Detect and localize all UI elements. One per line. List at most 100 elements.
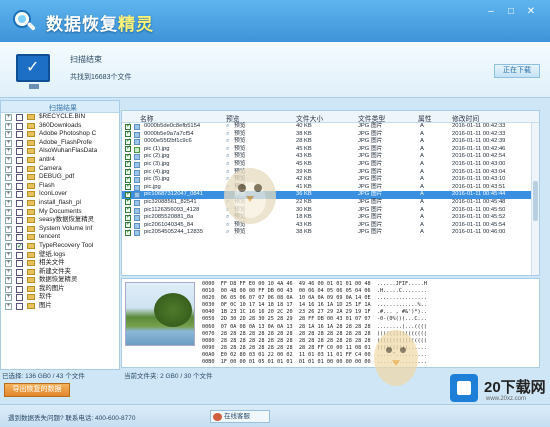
column-size[interactable]: 文件大小: [296, 113, 323, 123]
expand-icon[interactable]: +: [5, 277, 12, 285]
tree-checkbox[interactable]: [16, 285, 23, 293]
tree-item[interactable]: + 我的图片: [1, 285, 119, 294]
tree-item[interactable]: + install_flash_pl: [1, 199, 119, 208]
file-checkbox[interactable]: [125, 176, 131, 183]
tree-item[interactable]: + $RECYCLE.BIN: [1, 113, 119, 122]
tree-item[interactable]: + System Volume Inf: [1, 225, 119, 234]
expand-icon[interactable]: +: [5, 182, 12, 190]
file-checkbox[interactable]: [125, 191, 131, 198]
tree-checkbox[interactable]: [16, 131, 23, 139]
tree-item[interactable]: + Adobe_FlashProfe: [1, 139, 119, 148]
tree-item[interactable]: + 相关文件: [1, 259, 119, 268]
tree-checkbox[interactable]: [16, 225, 23, 233]
tree-checkbox[interactable]: [16, 234, 23, 242]
file-list-scrollbar[interactable]: [531, 123, 539, 275]
column-attr[interactable]: 属性: [418, 113, 432, 123]
expand-icon[interactable]: +: [5, 122, 12, 130]
file-row[interactable]: pic2054505244_12835 ⌕ 预览 38 KB JPG 图片 A 2016-0…: [122, 229, 539, 237]
tree-item[interactable]: + tencent: [1, 233, 119, 242]
file-row[interactable]: 0000e55f2bf1c9c6 ⌕ 预览 28 KB JPG 图片 A 2016-01-1…: [122, 138, 539, 146]
expand-icon[interactable]: +: [5, 199, 12, 207]
tree-checkbox[interactable]: [16, 182, 23, 190]
tree-checkbox[interactable]: [16, 251, 23, 259]
expand-icon[interactable]: +: [5, 217, 12, 225]
file-checkbox[interactable]: [125, 153, 131, 160]
file-row[interactable]: pic (4).jpg⌕预览39 KBJPG 图片A2016-01-11 00:…: [122, 168, 539, 177]
tree-item[interactable]: + antlr4: [1, 156, 119, 165]
tree-checkbox[interactable]: [16, 174, 23, 182]
file-row[interactable]: pic10687312047_0841⌕预览36 KBJPG 图片A2016-0…: [122, 191, 539, 199]
tree-checkbox[interactable]: [16, 165, 23, 173]
tree-checkbox[interactable]: [16, 217, 23, 225]
tree-item[interactable]: + DEBUG_pdf: [1, 173, 119, 182]
tree-item[interactable]: + 数据恢复精灵: [1, 276, 119, 285]
file-row[interactable]: pic (1).jpg⌕预览45 KBJPG 图片A2016-01-11 00:…: [122, 145, 539, 154]
tree-item[interactable]: + seasy数据恢复精灵: [1, 216, 119, 225]
tree-checkbox[interactable]: [16, 122, 23, 130]
column-modified[interactable]: 修改时间: [452, 113, 479, 123]
expand-icon[interactable]: +: [5, 139, 12, 147]
tree-checkbox[interactable]: [16, 268, 23, 276]
tree-item[interactable]: + 软件: [1, 293, 119, 302]
tree-checkbox[interactable]: [16, 139, 23, 147]
tree-checkbox[interactable]: [16, 294, 23, 302]
file-checkbox[interactable]: [125, 145, 131, 153]
expand-icon[interactable]: +: [5, 156, 12, 164]
expand-icon[interactable]: +: [5, 242, 12, 250]
tree-checkbox[interactable]: [16, 303, 23, 311]
online-service-button[interactable]: 在线客服: [210, 410, 270, 423]
tree-item[interactable]: + 壁纸.logs: [1, 251, 119, 260]
file-checkbox[interactable]: [125, 183, 131, 191]
expand-icon[interactable]: +: [5, 260, 12, 268]
tree-checkbox[interactable]: [16, 260, 23, 268]
file-checkbox[interactable]: [125, 198, 131, 206]
stop-button[interactable]: 正在下载: [494, 64, 540, 78]
tree-checkbox[interactable]: [16, 156, 23, 164]
file-row[interactable]: pic (5).jpg⌕预览42 KBJPG 图片A2016-01-11 00:…: [122, 176, 539, 184]
export-recovered-button[interactable]: 导出恢复的数据: [4, 383, 70, 397]
tree-item[interactable]: + Camera: [1, 165, 119, 174]
tree-item[interactable]: + AlsoWuhanFlasData: [1, 147, 119, 156]
column-name[interactable]: 名称: [140, 113, 154, 123]
preview-link[interactable]: 预览: [234, 229, 246, 237]
tree-item[interactable]: + 新建文件夹: [1, 268, 119, 277]
tree-checkbox[interactable]: [16, 191, 23, 199]
expand-icon[interactable]: +: [5, 148, 12, 156]
file-checkbox[interactable]: [125, 123, 131, 130]
tree-item[interactable]: + Flash: [1, 182, 119, 191]
expand-icon[interactable]: +: [5, 303, 12, 311]
tree-checkbox[interactable]: [16, 208, 23, 216]
tree-item[interactable]: + IconLover: [1, 190, 119, 199]
file-checkbox[interactable]: [125, 214, 131, 221]
file-row[interactable]: pic2085520881_8a⌕预览18 KBJPG 图片A2016-01-1…: [122, 214, 539, 222]
preview-link[interactable]: 预览: [234, 138, 246, 146]
file-row[interactable]: pic2061040345_84⌕预览43 KBJPG 图片A2016-01-1…: [122, 221, 539, 230]
file-checkbox[interactable]: [125, 206, 131, 214]
expand-icon[interactable]: +: [5, 268, 12, 276]
file-checkbox[interactable]: [125, 138, 131, 145]
expand-icon[interactable]: +: [5, 165, 12, 173]
expand-icon[interactable]: +: [5, 174, 12, 182]
column-type[interactable]: 文件类型: [358, 113, 385, 123]
file-row[interactable]: 0000b5e9a7a7cf54⌕预览38 KBJPG 图片A2016-01-1…: [122, 130, 539, 139]
file-checkbox[interactable]: [125, 221, 131, 229]
expand-icon[interactable]: +: [5, 114, 12, 121]
minimize-button[interactable]: –: [484, 6, 498, 18]
file-row[interactable]: pic (3).jpg⌕预览45 KBJPG 图片A2016-01-11 00:…: [122, 160, 539, 169]
expand-icon[interactable]: +: [5, 191, 12, 199]
file-checkbox[interactable]: [125, 229, 131, 236]
expand-icon[interactable]: +: [5, 251, 12, 259]
tree-item[interactable]: + 图片: [1, 302, 119, 311]
tree-item[interactable]: + Adobe Photoshop C: [1, 130, 119, 139]
expand-icon[interactable]: +: [5, 225, 12, 233]
expand-icon[interactable]: +: [5, 208, 12, 216]
tree-checkbox[interactable]: [16, 242, 23, 250]
maximize-button[interactable]: □: [504, 6, 518, 18]
file-row[interactable]: pic (2).jpg⌕预览43 KBJPG 图片A2016-01-11 00:…: [122, 153, 539, 161]
file-row[interactable]: pic.jpg⌕预览41 KBJPG 图片A2016-01-11 00:43:5…: [122, 183, 539, 192]
tree-checkbox[interactable]: [16, 199, 23, 207]
tree-item[interactable]: +360Downloads: [1, 122, 119, 131]
tree-checkbox[interactable]: [16, 277, 23, 285]
close-button[interactable]: ✕: [524, 6, 538, 18]
expand-icon[interactable]: +: [5, 234, 12, 242]
